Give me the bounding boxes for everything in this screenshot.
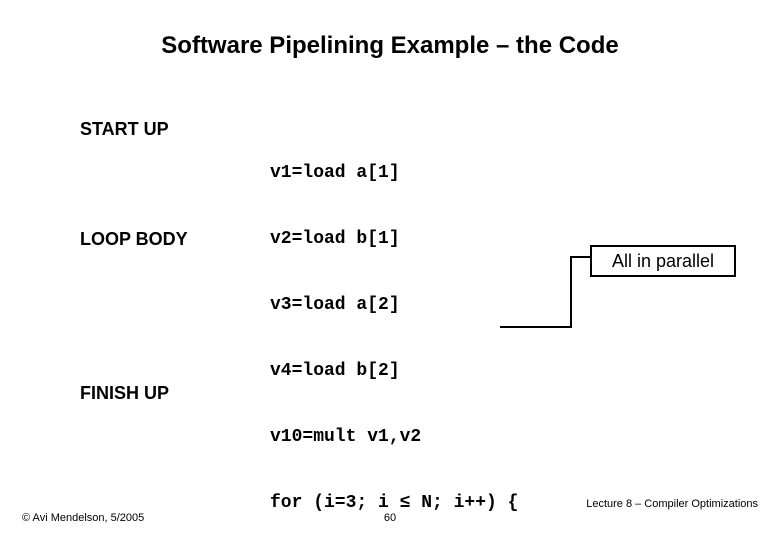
code-line: v2=load b[1]: [270, 228, 518, 250]
footer-lecture: Lecture 8 – Compiler Optimizations: [586, 498, 758, 510]
code-line: v1=load a[1]: [270, 162, 518, 184]
label-finishup: FINISH UP: [80, 382, 169, 404]
code-line: v4=load b[2]: [270, 360, 518, 382]
code-line: for (i=3; i ≤ N; i++) {: [270, 492, 518, 514]
label-startup: START UP: [80, 118, 169, 140]
callout-connector: [570, 256, 572, 326]
code-line: v10=mult v1,v2: [270, 426, 518, 448]
label-loopbody: LOOP BODY: [80, 228, 188, 250]
slide-title: Software Pipelining Example – the Code: [0, 32, 780, 60]
callout-all-in-parallel: All in parallel: [590, 245, 736, 277]
code-block: v1=load a[1] v2=load b[1] v3=load a[2] v…: [270, 118, 518, 540]
callout-connector: [570, 256, 590, 258]
footer-page-number: 60: [0, 512, 780, 524]
code-line: v3=load a[2]: [270, 294, 518, 316]
callout-connector: [500, 326, 572, 328]
callout-text: All in parallel: [612, 251, 714, 272]
